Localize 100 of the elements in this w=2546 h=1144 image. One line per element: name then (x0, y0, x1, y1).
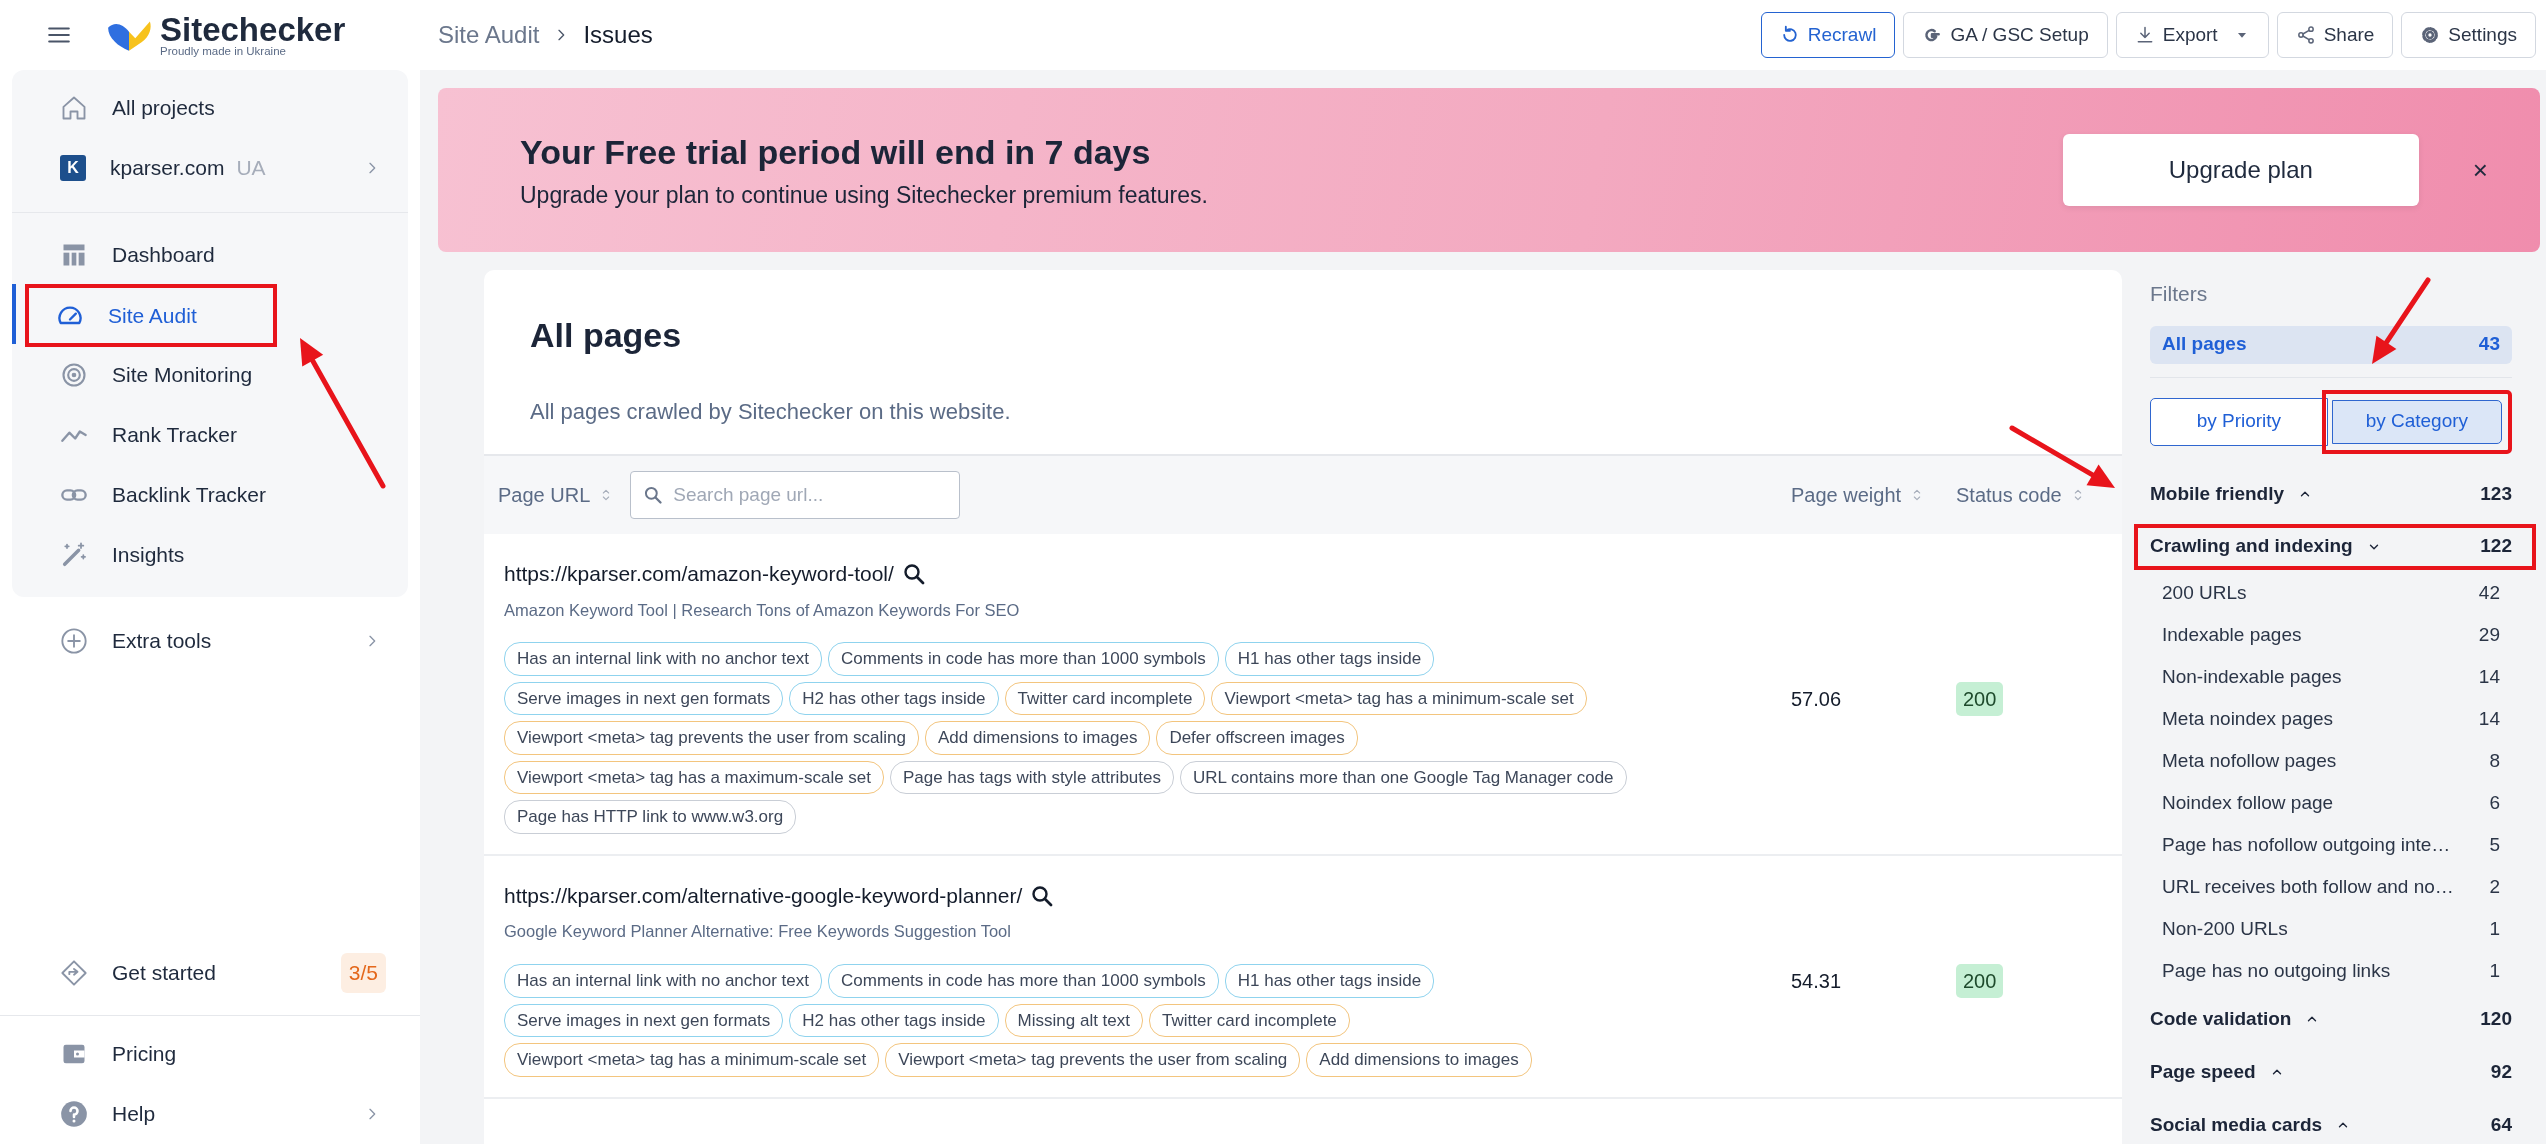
filter-item[interactable]: Page has no outgoing links 1 (2150, 950, 2512, 993)
category-row[interactable]: Social media cards 64 (2150, 1098, 2512, 1144)
filter-item[interactable]: All pages 43 (2150, 325, 2512, 364)
issue-tag[interactable]: Viewport <meta> tag has a maximum-scale set (504, 760, 884, 795)
category-row[interactable]: Page speed 92 (2150, 1045, 2512, 1099)
tagline: Proudly made in Ukraine (160, 45, 287, 58)
toggle-button[interactable]: by Priority (2150, 397, 2328, 446)
page-weight: 57.06 (1790, 686, 1843, 712)
page-title: Google Keyword Planner Alternative: Free Keywords Suggestion Tool (503, 921, 1012, 943)
upgrade-button[interactable]: Upgrade plan (2062, 134, 2419, 206)
category-label: Code validation (2150, 1006, 2292, 1031)
category-count: 92 (2490, 1059, 2512, 1084)
category-count: 64 (2490, 1112, 2512, 1137)
category-label: Crawling and indexing (2150, 534, 2353, 559)
filter-item[interactable]: Noindex follow page 6 (2150, 782, 2512, 825)
wand-icon (60, 541, 88, 569)
search-icon (901, 561, 926, 586)
sidebar-link[interactable]: All projects (12, 78, 408, 138)
issue-tag[interactable]: URL contains more than one Google Tag Manager code (1180, 760, 1627, 795)
issue-tag[interactable]: Viewport <meta> tag has a minimum-scale set (504, 1043, 880, 1077)
issue-tag[interactable]: Add dimensions to images (1306, 1043, 1532, 1077)
close-button[interactable]: × (2466, 149, 2494, 191)
target-icon (60, 361, 88, 389)
issue-tag[interactable]: Page has tags with style attributes (890, 760, 1174, 795)
filter-item[interactable]: Page has nofollow outgoing inte… 5 (2150, 824, 2512, 867)
category-label: Social media cards (2150, 1112, 2323, 1137)
toggle-button[interactable]: by Category (2321, 389, 2512, 454)
issue-tag[interactable]: Twitter card incomplete (1004, 681, 1206, 716)
column-header[interactable]: Status code (1956, 480, 2062, 510)
sidebar-link[interactable]: Help (12, 1084, 408, 1144)
issue-tag[interactable]: H2 has other tags inside (789, 681, 999, 716)
issue-tag[interactable]: H2 has other tags inside (789, 1003, 999, 1037)
category-row[interactable]: Crawling and indexing 122 (2134, 523, 2536, 570)
project-avatar: K (60, 155, 86, 181)
column-header[interactable]: Page weight (1791, 480, 1902, 510)
issue-tag[interactable]: Page has HTTP link to www.w3.org (504, 800, 797, 834)
home-icon (60, 94, 88, 122)
sidebar-link[interactable]: Extra tools (12, 611, 408, 671)
issue-tag[interactable]: Viewport <meta> tag prevents the user from scaling (885, 1043, 1301, 1077)
banner-title: Your Free trial period will end in 7 days (520, 132, 1152, 174)
issue-tag[interactable]: Comments in code has more than 1000 symbols (828, 642, 1219, 676)
issue-tag[interactable]: Serve images in next gen formats (504, 681, 784, 716)
page-weight: 54.31 (1790, 969, 1843, 995)
issue-tag[interactable]: H1 has other tags inside (1224, 964, 1435, 998)
page-url-link[interactable]: https://kparser.com/alternative-google-keyword-planner/ (504, 879, 1023, 912)
filter-item[interactable]: Non-200 URLs 1 (2150, 908, 2512, 951)
toolbar-button[interactable]: Export (2115, 12, 2269, 58)
sidebar-link[interactable]: Backlink Tracker (12, 465, 408, 525)
sidebar-link[interactable]: Pricing (12, 1024, 408, 1084)
issue-tag[interactable]: Comments in code has more than 1000 symbols (828, 964, 1219, 998)
category-label: Mobile friendly (2150, 481, 2285, 506)
issue-tag[interactable]: Missing alt text (1004, 1003, 1143, 1037)
gear-icon (2420, 25, 2441, 45)
share-icon (2295, 25, 2316, 45)
issue-tag[interactable]: Has an internal link with no anchor text (504, 642, 822, 676)
issue-tag[interactable]: Viewport <meta> tag prevents the user from scaling (504, 721, 919, 755)
toolbar-button[interactable]: Recrawl (1760, 12, 1896, 58)
issue-tag[interactable]: Has an internal link with no anchor text (504, 964, 822, 998)
category-count: 122 (2480, 534, 2512, 559)
page-url-link[interactable]: https://kparser.com/amazon-keyword-tool/ (504, 558, 894, 590)
brand-name: Sitechecker (160, 12, 346, 46)
search-icon (1030, 883, 1055, 908)
filter-item[interactable]: Non-indexable pages 14 (2150, 656, 2512, 699)
issue-tag[interactable]: Add dimensions to images (925, 721, 1151, 755)
issue-tag[interactable]: H1 has other tags inside (1224, 642, 1435, 676)
filter-item[interactable]: URL receives both follow and no… 2 (2150, 866, 2512, 909)
breadcrumb-current: Issues (583, 20, 653, 50)
issue-tag[interactable]: Serve images in next gen formats (504, 1003, 784, 1037)
status-badge: 200 (1956, 964, 2004, 999)
project-region: UA (236, 155, 266, 182)
filter-item[interactable]: Indexable pages 29 (2150, 614, 2512, 657)
sidebar-link[interactable]: Site Monitoring (12, 345, 408, 405)
issue-tag[interactable]: Twitter card incomplete (1149, 1003, 1350, 1037)
sidebar-link[interactable]: Site Audit (25, 284, 277, 347)
progress-badge: 3/5 (340, 953, 386, 993)
search-field[interactable]: Search page url... (630, 471, 961, 519)
sidebar-link[interactable]: Insights (12, 525, 408, 585)
sidebar-link[interactable]: Get started 3/5 (12, 943, 408, 1003)
filter-item[interactable]: 200 URLs 42 (2150, 572, 2512, 615)
breadcrumb-link[interactable]: Site Audit (438, 17, 540, 53)
toolbar-button[interactable]: GA / GSC Setup (1903, 12, 2108, 58)
project-link[interactable]: K kparser.com UA (12, 138, 408, 198)
issue-tag[interactable]: Viewport <meta> tag has a minimum-scale set (1211, 681, 1587, 716)
section-title: All pages (530, 315, 683, 356)
filter-item[interactable]: Meta nofollow pages 8 (2150, 740, 2512, 783)
column-header[interactable]: Page URL (498, 480, 591, 510)
filter-item[interactable]: Meta noindex pages 14 (2150, 698, 2512, 741)
toolbar-button[interactable]: Settings (2401, 12, 2536, 58)
sidebar-link[interactable]: Rank Tracker (12, 405, 408, 465)
filters-title: Filters (2150, 281, 2209, 307)
diamond-arrow-icon (60, 959, 88, 987)
category-row[interactable]: Code validation 120 (2150, 992, 2512, 1046)
category-row[interactable]: Mobile friendly 123 (2150, 467, 2512, 521)
sidebar-link[interactable]: Dashboard (12, 225, 408, 285)
page-title: Amazon Keyword Tool | Research Tons of Amazon Keywords For SEO (503, 599, 1021, 621)
category-count: 123 (2480, 481, 2512, 506)
section-subtitle: All pages crawled by Sitechecker on this website. (530, 398, 1012, 426)
category-count: 120 (2480, 1006, 2512, 1031)
toolbar-button[interactable]: Share (2276, 12, 2394, 58)
issue-tag[interactable]: Defer offscreen images (1156, 721, 1358, 755)
